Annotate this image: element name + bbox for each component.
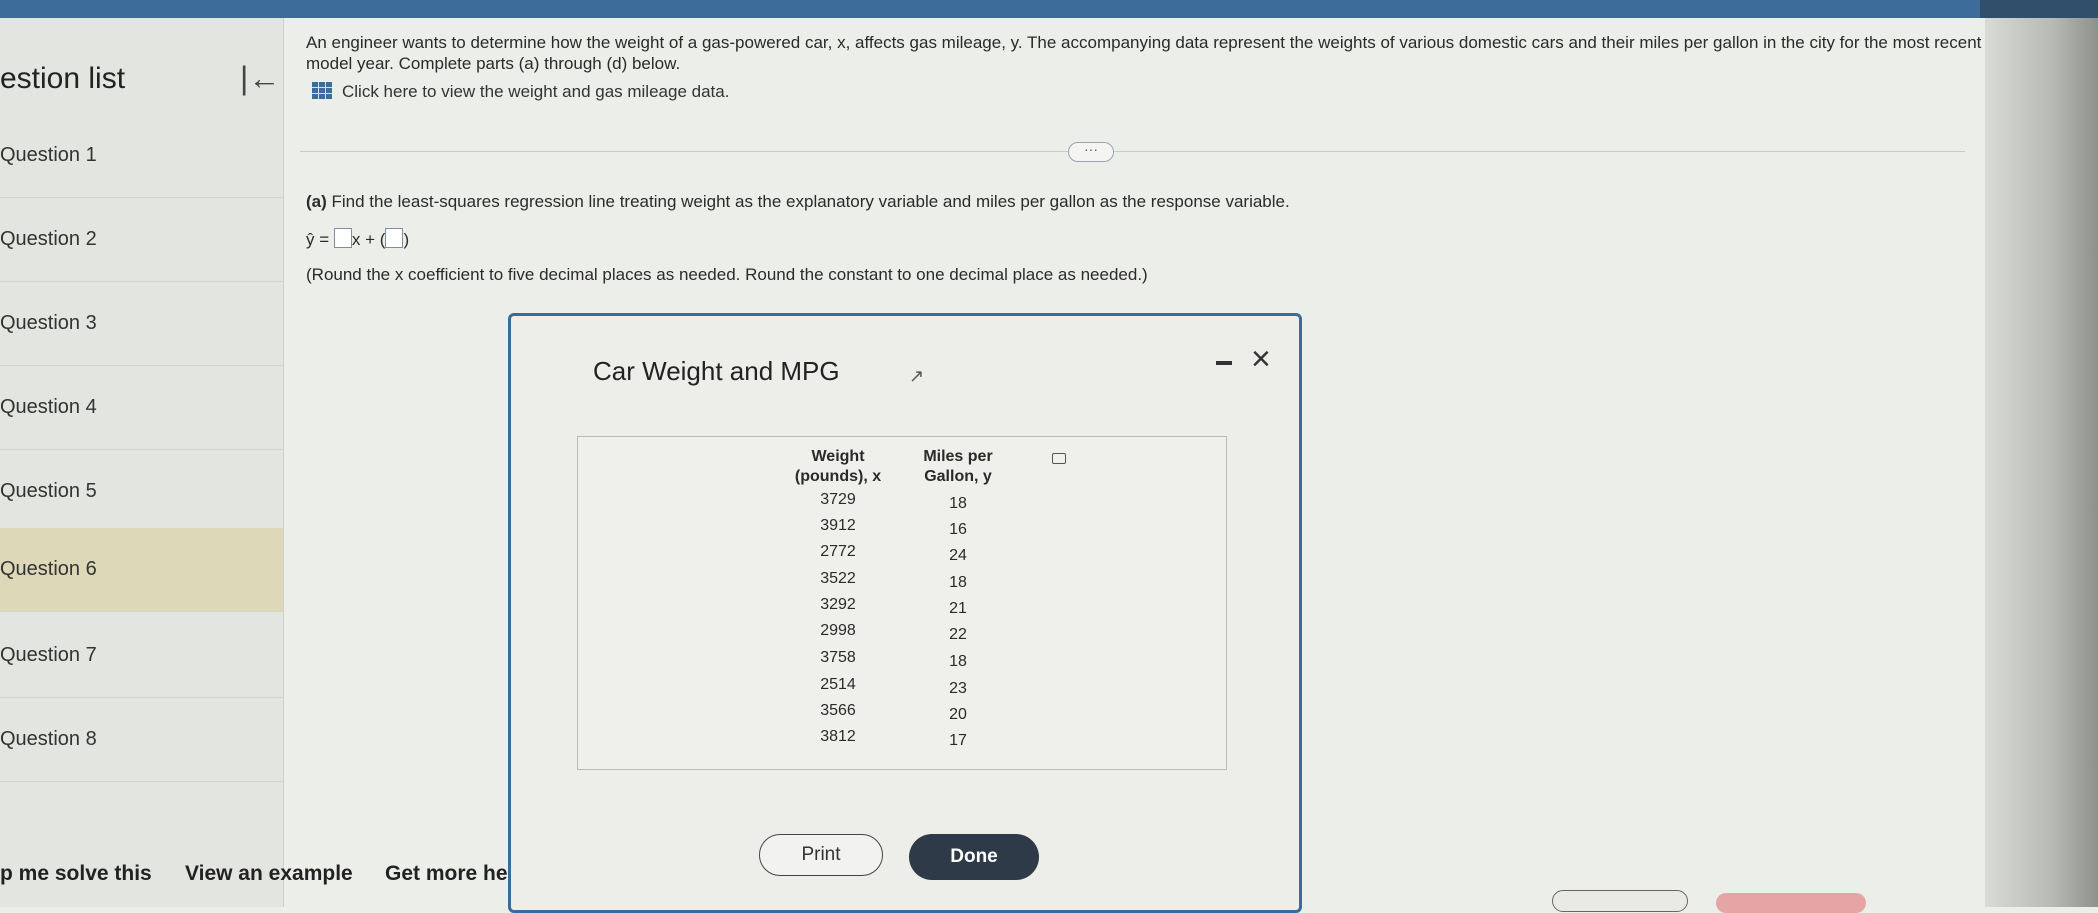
mpg-cell: 23: [949, 680, 967, 697]
bottom-action-button-red[interactable]: [1716, 893, 1866, 913]
rounding-note: (Round the x coefficient to five decimal…: [306, 265, 1148, 284]
regression-equation: ŷ = x + (): [306, 228, 409, 250]
column-header-weight-line2: (pounds), x: [794, 468, 882, 485]
mpg-cell: 18: [949, 495, 967, 512]
sidebar-item-label: Question 5: [0, 480, 97, 502]
sidebar-item-label: Question 4: [0, 396, 97, 418]
data-modal: Car Weight and MPG ↗ × Weight (pounds), …: [508, 313, 1302, 913]
part-a-instructions: (a) Find the least-squares regression li…: [306, 192, 1290, 212]
sidebar-item-label: Question 8: [0, 728, 97, 750]
mpg-cell: 22: [949, 626, 967, 643]
column-header-weight-line1: Weight: [811, 448, 865, 465]
weight-cell: 3522: [820, 570, 856, 587]
data-link[interactable]: Click here to view the weight and gas mi…: [312, 82, 729, 102]
mpg-cell: 18: [949, 574, 967, 591]
sidebar-title: estion list: [0, 62, 126, 95]
data-link-label: Click here to view the weight and gas mi…: [342, 82, 730, 101]
table-grid-icon: [312, 82, 332, 99]
x-coefficient-input[interactable]: [333, 228, 352, 248]
column-header-weight: Weight (pounds), x: [778, 447, 898, 487]
mpg-cell: 18: [949, 653, 967, 670]
bottom-action-button[interactable]: [1552, 890, 1688, 912]
mouse-cursor-icon: ↗: [909, 366, 925, 386]
copy-icon[interactable]: [1052, 453, 1066, 464]
sidebar-item-label: Question 6: [0, 558, 97, 580]
question-prompt: An engineer wants to determine how the w…: [306, 33, 1982, 73]
eq-middle: x + (: [351, 230, 386, 249]
sidebar-item-question-5[interactable]: Question 5: [0, 450, 283, 534]
y-hat-label: ŷ =: [306, 230, 330, 249]
part-a-text: Find the least-squares regression line t…: [326, 192, 1290, 211]
sidebar-item-label: Question 3: [0, 312, 97, 334]
column-header-mpg-line1: Miles per: [923, 448, 993, 465]
weight-cell: 2772: [820, 543, 856, 560]
close-icon[interactable]: ×: [1251, 342, 1271, 376]
weight-cell: 3292: [820, 596, 856, 613]
sidebar-item-question-7[interactable]: Question 7: [0, 614, 283, 698]
column-header-mpg-line2: Gallon, y: [924, 468, 992, 485]
minimize-icon[interactable]: [1216, 361, 1232, 365]
mpg-cell: 20: [949, 706, 967, 723]
collapse-left-icon[interactable]: |←: [240, 62, 280, 94]
divider: [300, 151, 1965, 152]
question-list-sidebar: estion list |← Question 1 Question 2 Que…: [0, 18, 284, 907]
sidebar-item-question-4[interactable]: Question 4: [0, 366, 283, 450]
top-bar-right: [1980, 0, 2098, 18]
column-header-mpg: Miles per Gallon, y: [898, 447, 1018, 487]
right-edge-shadow: [1985, 18, 2098, 907]
weight-cell: 3812: [820, 728, 856, 745]
part-a-label: (a): [306, 192, 327, 211]
sidebar-item-question-2[interactable]: Question 2: [0, 198, 283, 282]
weight-cell: 2998: [820, 622, 856, 639]
sidebar-item-label: Question 7: [0, 644, 97, 666]
eq-end: ): [403, 230, 410, 249]
data-table: Weight (pounds), x Miles per Gallon, y 3…: [577, 436, 1227, 770]
mpg-cell: 24: [949, 547, 967, 564]
expand-ellipsis-button[interactable]: ···: [1068, 142, 1114, 162]
sidebar-item-question-8[interactable]: Question 8: [0, 698, 283, 782]
weight-cell: 3912: [820, 517, 856, 534]
sidebar-item-question-1[interactable]: Question 1: [0, 114, 283, 198]
help-me-solve-link[interactable]: p me solve this: [0, 862, 152, 886]
weight-cell: 2514: [820, 676, 856, 693]
weight-cell: 3758: [820, 649, 856, 666]
modal-title: Car Weight and MPG: [593, 356, 840, 386]
done-button[interactable]: Done: [909, 834, 1039, 880]
sidebar-item-question-3[interactable]: Question 3: [0, 282, 283, 366]
top-bar: [0, 0, 1980, 18]
constant-input[interactable]: [385, 228, 404, 248]
mpg-cell: 16: [949, 521, 967, 538]
mpg-cell: 21: [949, 600, 967, 617]
print-button[interactable]: Print: [759, 834, 883, 876]
mpg-cell: 17: [949, 732, 967, 749]
sidebar-item-label: Question 2: [0, 228, 97, 250]
weight-cell: 3729: [820, 491, 856, 508]
sidebar-item-question-6[interactable]: Question 6: [0, 528, 283, 612]
weight-cell: 3566: [820, 702, 856, 719]
sidebar-item-label: Question 1: [0, 144, 97, 166]
